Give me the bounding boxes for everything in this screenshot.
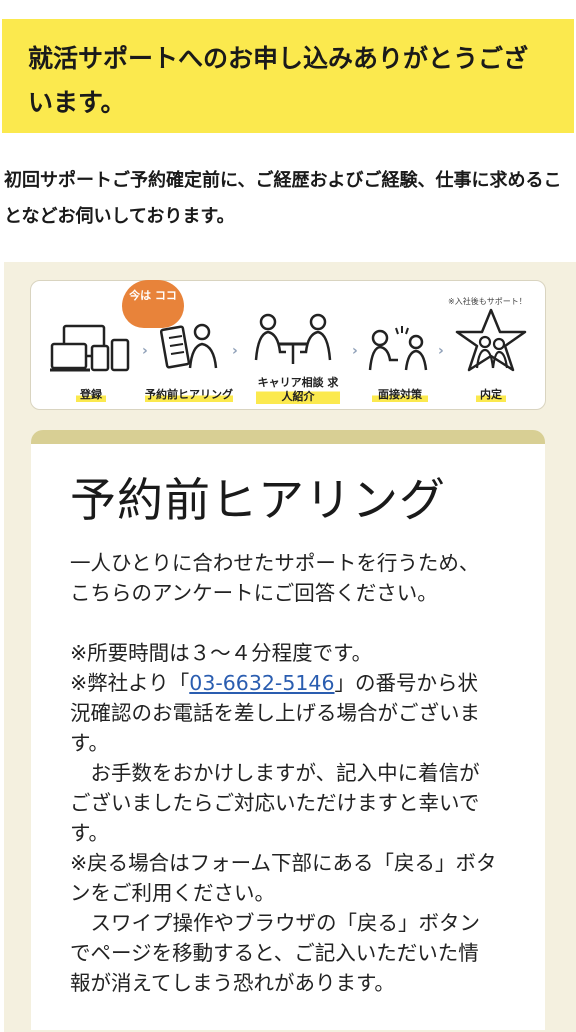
star-celebration-icon	[455, 308, 527, 372]
phone-link[interactable]: 03-6632-5146	[189, 671, 334, 695]
card-body: 一人ひとりに合わせたサポートを行うため、こちらのアンケートにご回答ください。 ※…	[70, 548, 498, 998]
chevron-right-icon: ›	[438, 343, 444, 359]
step-label-consultation: キャリア相談 求人紹介	[256, 376, 340, 404]
step-label-hearing: 予約前ヒアリング	[145, 388, 233, 402]
note-time: ※所要時間は３～４分程度です。	[70, 641, 373, 665]
chevron-right-icon: ›	[352, 343, 358, 359]
chevron-right-icon: ›	[142, 343, 148, 359]
intro-text: 一人ひとりに合わせたサポートを行うため、こちらのアンケートにご回答ください。	[70, 551, 480, 605]
banner-title: 就活サポートへのお申し込みありがとうございます。	[28, 44, 529, 117]
note-call: ※弊社より「03-6632-5146」の番号から状況確認のお電話を差し上げる場合…	[70, 668, 498, 758]
note-call-prefix: ※弊社より「	[70, 671, 190, 695]
after-joining-note: ※入社後もサポート！	[448, 297, 527, 306]
note-swipe: スワイプ操作やブラウザの「戻る」ボタンでページを移動すると、ご記入いただいた情報…	[70, 911, 480, 995]
note-apology: お手数をおかけしますが、記入中に着信がございましたらご対応いただけますと幸いです…	[70, 761, 480, 845]
note-back: ※戻る場合はフォーム下部にある「戻る」ボタンをご利用ください。	[70, 851, 497, 905]
consultation-icon	[254, 313, 332, 364]
thank-you-banner: 就活サポートへのお申し込みありがとうございます。	[2, 19, 574, 133]
chevron-right-icon: ›	[232, 343, 238, 359]
step-label-register: 登録	[76, 388, 106, 402]
form-person-icon	[160, 323, 218, 369]
step-label-interview: 面接対策	[372, 388, 428, 402]
lead-text: 初回サポートご予約確定前に、ご経歴およびご経験、仕事に求めることなどお伺いしてお…	[4, 170, 562, 227]
step-label-offer: 内定	[476, 388, 506, 402]
card-title: 予約前ヒアリング	[70, 473, 446, 527]
interview-icon	[368, 326, 428, 371]
devices-icon	[50, 324, 130, 372]
